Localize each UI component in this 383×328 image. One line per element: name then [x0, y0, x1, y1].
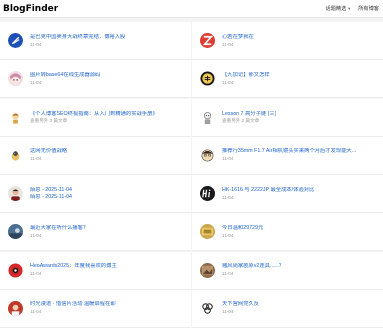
all-blogs-label: 所有博客 — [358, 6, 379, 12]
gold-photo-icon — [200, 224, 215, 240]
post-card[interactable]: 【九加记】那又怎样 11-04 — [192, 60, 383, 99]
post-card[interactable]: 陌思 - 2025-11-04 陌思 - 2025-11-04 — [0, 175, 191, 214]
post-date: 11-04 — [222, 309, 234, 315]
post-title[interactable]: 赌风尚家剧原v2连具......？ — [222, 263, 284, 270]
brown-photo-icon — [200, 262, 215, 278]
swoosh-logo-icon — [8, 33, 23, 49]
post-title[interactable]: 《个人博客SEO终极指南：从入门到精通的实战手册》 — [30, 111, 158, 118]
anime-avatar-icon — [8, 71, 23, 87]
post-title-secondary[interactable]: 陌思 - 2025-11-04 — [30, 194, 72, 201]
post-title[interactable]: HK-1616 与 2222JP 最全成本/体验对比 — [222, 187, 314, 194]
post-card[interactable]: 赌风尚家剧原v2连具......？ 11-04 — [192, 251, 383, 290]
post-date: 11-04 — [30, 232, 42, 238]
chevron-down-icon: ▼ — [347, 6, 352, 11]
topic-menu[interactable]: 话题精选 ▼ — [326, 5, 352, 12]
post-card[interactable]: 时光漫道 · 惜信片活动 温暖启程在即 11-04 — [0, 289, 191, 328]
post-title[interactable]: 时光漫道 · 惜信片活动 温暖启程在即 — [30, 301, 116, 308]
post-title[interactable]: 陌思 - 2025-11-04 — [30, 187, 72, 194]
red-z-logo-icon — [200, 33, 215, 49]
red-photo-icon — [8, 300, 23, 316]
post-card[interactable]: 是巴克中国卖身大战终章完结，博裕入股 11-04 — [0, 22, 191, 61]
top-nav: 话题精选 ▼ 所有博客 — [326, 5, 380, 12]
post-card[interactable]: 今日温和29729元 11-04 — [192, 213, 383, 252]
post-title[interactable]: 心若在梦就在 — [222, 34, 254, 41]
blue-photo-icon — [8, 224, 23, 240]
site-logo[interactable]: BlogFinder — [2, 3, 59, 15]
post-title[interactable]: 这网无价值战略 — [30, 148, 67, 155]
post-title[interactable]: Lesson 7 高分子链 (三) — [222, 111, 276, 118]
post-card[interactable]: 天下宫网党久反 11-04 — [192, 289, 383, 328]
post-date: 11-04 — [30, 309, 42, 315]
post-card[interactable]: HK-1616 与 2222JP 最全成本/体验对比 11-04 — [192, 175, 383, 214]
all-blogs-link[interactable]: 所有博客 — [358, 5, 379, 12]
man-photo-icon — [8, 186, 23, 202]
post-title[interactable]: 推荐行35mm F1.7 Air相机镜头买来两个月后才发现能大... — [222, 148, 356, 155]
red-logo-icon — [8, 263, 23, 278]
post-date: 11-04 — [30, 41, 42, 47]
more-posts-link[interactable]: 查看另外 3 篇文章 — [30, 118, 158, 124]
post-card[interactable]: 图片转base64在线生成器源码 11-04 — [0, 60, 191, 99]
post-title[interactable]: HeoAwards2025：年度我喜欢的博主 — [30, 263, 117, 270]
post-title[interactable]: 天下宫网党久反 — [222, 301, 259, 308]
post-card[interactable]: 这网无价值战略 11-04 — [0, 136, 191, 175]
post-card[interactable]: 《个人博客SEO终极指南：从入门到精通的实战手册》 查看另外 3 篇文章 — [0, 98, 191, 137]
cartoon-avatar-icon — [200, 109, 215, 125]
post-card[interactable]: Lesson 7 高分子链 (三) 查看另外 2 篇文章 — [192, 98, 383, 137]
post-date: 11-04 — [30, 271, 42, 277]
post-card[interactable]: 最近大家在听什么播客？ 11-04 — [0, 213, 191, 252]
post-date: 11-04 — [222, 79, 234, 85]
post-date: 11-04 — [222, 156, 234, 162]
post-title[interactable]: 今日温和29729元 — [222, 225, 263, 232]
topic-menu-label: 话题精选 — [325, 6, 347, 12]
more-posts-link[interactable]: 查看另外 2 篇文章 — [222, 118, 276, 124]
post-date: 11-04 — [222, 194, 234, 200]
coin-emblem-icon — [200, 71, 215, 86]
post-grid: 是巴克中国卖身大战终章完结，博裕入股 11-04 心若在梦就在 11-04 图片… — [0, 22, 383, 328]
post-title[interactable]: 图片转base64在线生成器源码 — [30, 72, 100, 79]
character-avatar-icon — [8, 109, 23, 125]
post-date: 11-04 — [30, 156, 42, 162]
bird-avatar-icon — [8, 147, 23, 163]
post-date: 11-04 — [222, 41, 234, 47]
top-bar: BlogFinder 话题精选 ▼ 所有博客 — [0, 0, 383, 18]
post-card[interactable]: 推荐行35mm F1.7 Air相机镜头买来两个月后才发现能大... 11-04 — [192, 136, 383, 175]
post-date: 11-04 — [222, 232, 234, 238]
post-card[interactable]: 心若在梦就在 11-04 — [192, 22, 383, 61]
post-date: 11-04 — [30, 79, 42, 85]
post-title[interactable]: 最近大家在听什么播客？ — [30, 225, 88, 232]
post-card[interactable]: HeoAwards2025：年度我喜欢的博主 11-04 — [0, 251, 191, 290]
knot-logo-icon — [200, 300, 215, 316]
cartoon-face-icon — [200, 147, 215, 163]
post-title[interactable]: 是巴克中国卖身大战终章完结，博裕入股 — [30, 34, 125, 41]
post-date: 11-04 — [222, 271, 234, 277]
hi-logo-icon — [200, 186, 215, 202]
post-title[interactable]: 【九加记】那又怎样 — [222, 72, 270, 79]
